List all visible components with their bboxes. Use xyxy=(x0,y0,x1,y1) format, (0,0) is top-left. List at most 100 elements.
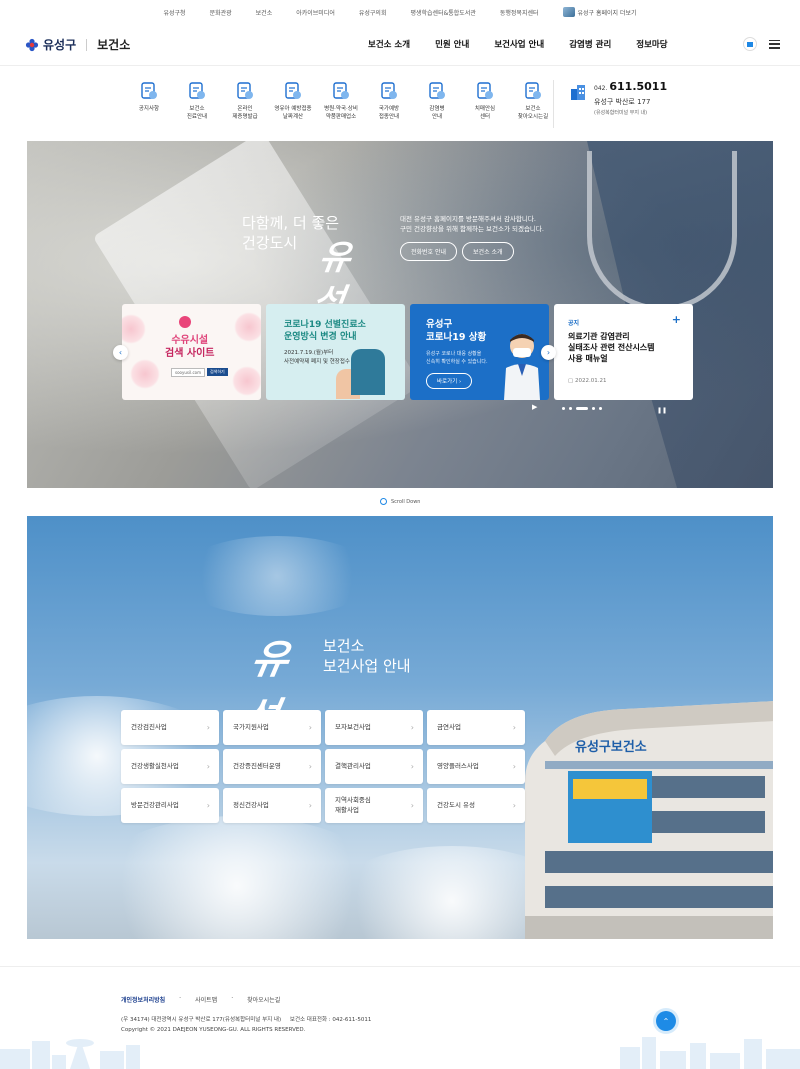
util-link[interactable]: 문화관광 xyxy=(198,8,244,17)
menu-icon[interactable] xyxy=(769,39,780,49)
quick-item-label: 감염병 xyxy=(429,106,445,112)
quick-item[interactable]: 보건소 진료안내 xyxy=(173,80,221,121)
quick-item[interactable]: 감염병 안내 xyxy=(413,80,461,121)
phone-number[interactable]: 042. 611.5011 xyxy=(594,80,667,93)
chevron-right-icon: › xyxy=(410,762,414,771)
scroll-top-icon[interactable]: ⌃ xyxy=(656,1011,676,1031)
cloud-decoration xyxy=(177,536,377,616)
card-screening-clinic[interactable]: 코로나19 선별진료소 운영방식 변경 안내 2021.7.19.(월)부터 사전예… xyxy=(266,304,405,400)
slide-dot-active[interactable] xyxy=(576,407,588,410)
card-desc: 유성구 코로나 대응 상황을 신속히 확인하실 수 있습니다. xyxy=(426,351,488,365)
card-covid-status[interactable]: 유성구 코로나19 상황 유성구 코로나 대응 상황을 신속히 확인하실 수 있습니… xyxy=(410,304,549,400)
nav-item-info[interactable]: 정보마당 xyxy=(636,38,667,50)
site-footer: 개인정보처리방침 · 사이트맵 · 찾아오시는길 (우 34174) 대전광역시… xyxy=(0,966,800,1069)
hero-buttons: 전화번호 안내 보건소 소개 xyxy=(400,242,514,261)
quick-item[interactable]: 병원·약국·상비 약품판매업소 xyxy=(317,80,365,121)
program-item[interactable]: 건강검진사업 › xyxy=(121,710,219,745)
notice-title: 의료기관 감염관리 실태조사 관련 전산시스템 사용 매뉴얼 xyxy=(568,332,655,363)
more-sites-link[interactable]: 유성구 홈페이지 더보기 xyxy=(551,7,649,17)
chevron-right-icon: › xyxy=(308,762,312,771)
program-item[interactable]: 국가지원사업 › xyxy=(223,710,321,745)
scroll-down[interactable]: Scroll Down xyxy=(380,498,420,505)
footer-dot: · xyxy=(179,995,182,1002)
chevron-right-icon: › xyxy=(410,801,414,810)
quick-item[interactable]: 공지사항 xyxy=(125,80,173,121)
nav-item-civil[interactable]: 민원 안내 xyxy=(435,38,469,50)
program-item[interactable]: 영양플러스사업 › xyxy=(427,749,525,784)
svg-text:유성구보건소: 유성구보건소 xyxy=(575,739,647,755)
nav-item-intro[interactable]: 보건소 소개 xyxy=(368,38,410,50)
quick-item[interactable]: 보건소 찾아오시는길 xyxy=(509,80,557,121)
program-item[interactable]: 지역사회중심 재활사업 › xyxy=(325,788,423,823)
quick-item-label: 접종안내 xyxy=(378,113,400,120)
chevron-right-icon: › xyxy=(512,801,516,810)
site-logo[interactable]: 유성구 보건소 xyxy=(25,36,130,53)
flower-decoration xyxy=(130,359,160,389)
quick-item[interactable]: 온라인 제증명발급 xyxy=(221,80,269,121)
play-icon[interactable]: ▶ xyxy=(532,403,537,411)
nav-item-health-program[interactable]: 보건사업 안내 xyxy=(494,38,544,50)
directions-link[interactable]: 찾아오시는길 xyxy=(247,995,280,1004)
chevron-right-icon: › xyxy=(308,801,312,810)
util-link[interactable]: 보건소 xyxy=(244,8,285,17)
util-link[interactable]: 유성구의회 xyxy=(347,8,399,17)
program-item[interactable]: 모자보건사업 › xyxy=(325,710,423,745)
main-nav: 보건소 소개 민원 안내 보건사업 안내 감염병 관리 정보마당 xyxy=(368,38,693,50)
phone-guide-button[interactable]: 전화번호 안내 xyxy=(400,242,458,261)
plus-icon[interactable]: + xyxy=(672,313,681,326)
quick-item[interactable]: 국가예방 접종안내 xyxy=(365,80,413,121)
scroll-down-icon xyxy=(380,498,387,505)
slide-dot[interactable] xyxy=(562,407,565,410)
card-nursing-room[interactable]: 수유시설 검색 사이트 sooyusil.com 검색하기 xyxy=(122,304,261,400)
program-item-label: 건강생활실천사업 xyxy=(131,761,179,770)
notice-date: ▢ 2022.01.21 xyxy=(568,378,607,384)
clipboard-icon xyxy=(186,80,208,102)
hero-title: 다함께, 더 좋은 건강도시 유성 xyxy=(242,214,353,322)
program-item[interactable]: 건강생활실천사업 › xyxy=(121,749,219,784)
program-item-label: 영양플러스사업 xyxy=(437,761,479,770)
prev-slide-icon[interactable]: ‹ xyxy=(113,345,128,360)
quick-menu: 공지사항 보건소 진료안내 온라인 제증명발급 영유아 예방접종 날짜계산 병원·약국·상비 약… xyxy=(0,66,800,141)
nav-item-infection[interactable]: 감염병 관리 xyxy=(569,38,611,50)
program-item[interactable]: 건강도시 유성 › xyxy=(427,788,525,823)
chevron-right-icon: › xyxy=(206,801,210,810)
util-link[interactable]: 동행정복지센터 xyxy=(488,8,551,17)
pill-icon xyxy=(330,80,352,102)
building-icon xyxy=(571,85,585,100)
slide-dot[interactable] xyxy=(592,407,595,410)
syringe-icon xyxy=(378,80,400,102)
slide-dot[interactable] xyxy=(599,407,602,410)
util-link[interactable]: 아카이브미디어 xyxy=(284,8,347,17)
contact-box: 042. 611.5011 유성구 박산로 177 (유성복합터미널 부지 내) xyxy=(553,80,667,128)
utility-bar: 유성구청 문화관광 보건소 아카이브미디어 유성구의회 평생학습센터&통합도서관… xyxy=(0,0,800,24)
program-item-label: 정신건강사업 xyxy=(233,800,269,809)
privacy-policy-link[interactable]: 개인정보처리방침 xyxy=(121,995,165,1004)
quick-item[interactable]: 치매안심 센터 xyxy=(461,80,509,121)
slide-indicator xyxy=(562,407,602,410)
program-item[interactable]: 금연사업 › xyxy=(427,710,525,745)
sitemap-link[interactable]: 사이트맵 xyxy=(195,995,217,1004)
site-header: 유성구 보건소 보건소 소개 민원 안내 보건사업 안내 감염병 관리 정보마당 xyxy=(0,24,800,66)
program-item[interactable]: 건강증진센터운영 › xyxy=(223,749,321,784)
quick-item[interactable]: 영유아 예방접종 날짜계산 xyxy=(269,80,317,121)
logo-divider xyxy=(86,38,88,51)
program-item[interactable]: 방문건강관리사업 › xyxy=(121,788,219,823)
next-slide-icon[interactable]: › xyxy=(541,345,556,360)
program-item[interactable]: 결핵관리사업 › xyxy=(325,749,423,784)
program-item-label: 지역사회중심 재활사업 xyxy=(335,796,371,814)
quick-item-label: 약품판매업소 xyxy=(325,113,357,120)
home-button[interactable] xyxy=(743,37,757,51)
go-button[interactable]: 바로가기 › xyxy=(426,373,473,389)
slide-dot[interactable] xyxy=(569,407,572,410)
program-grid: 건강검진사업 › 국가지원사업 › 모자보건사업 › 금연사업 › 건강생활실천사업 › 건강증진센… xyxy=(121,710,525,823)
card-title: 코로나19 선별진료소 운영방식 변경 안내 xyxy=(284,320,366,343)
megaphone-icon xyxy=(138,80,160,102)
util-link[interactable]: 평생학습센터&통합도서관 xyxy=(398,8,487,17)
util-link[interactable]: 유성구청 xyxy=(151,8,197,17)
flower-decoration xyxy=(234,312,261,342)
program-item-label: 결핵관리사업 xyxy=(335,761,371,770)
program-item[interactable]: 정신건강사업 › xyxy=(223,788,321,823)
pause-icon[interactable]: ❚❚ xyxy=(657,407,667,414)
card-notice[interactable]: 공지 + 의료기관 감염관리 실태조사 관련 전산시스템 사용 매뉴얼 ▢ 2022… xyxy=(554,304,693,400)
intro-button[interactable]: 보건소 소개 xyxy=(462,242,514,261)
